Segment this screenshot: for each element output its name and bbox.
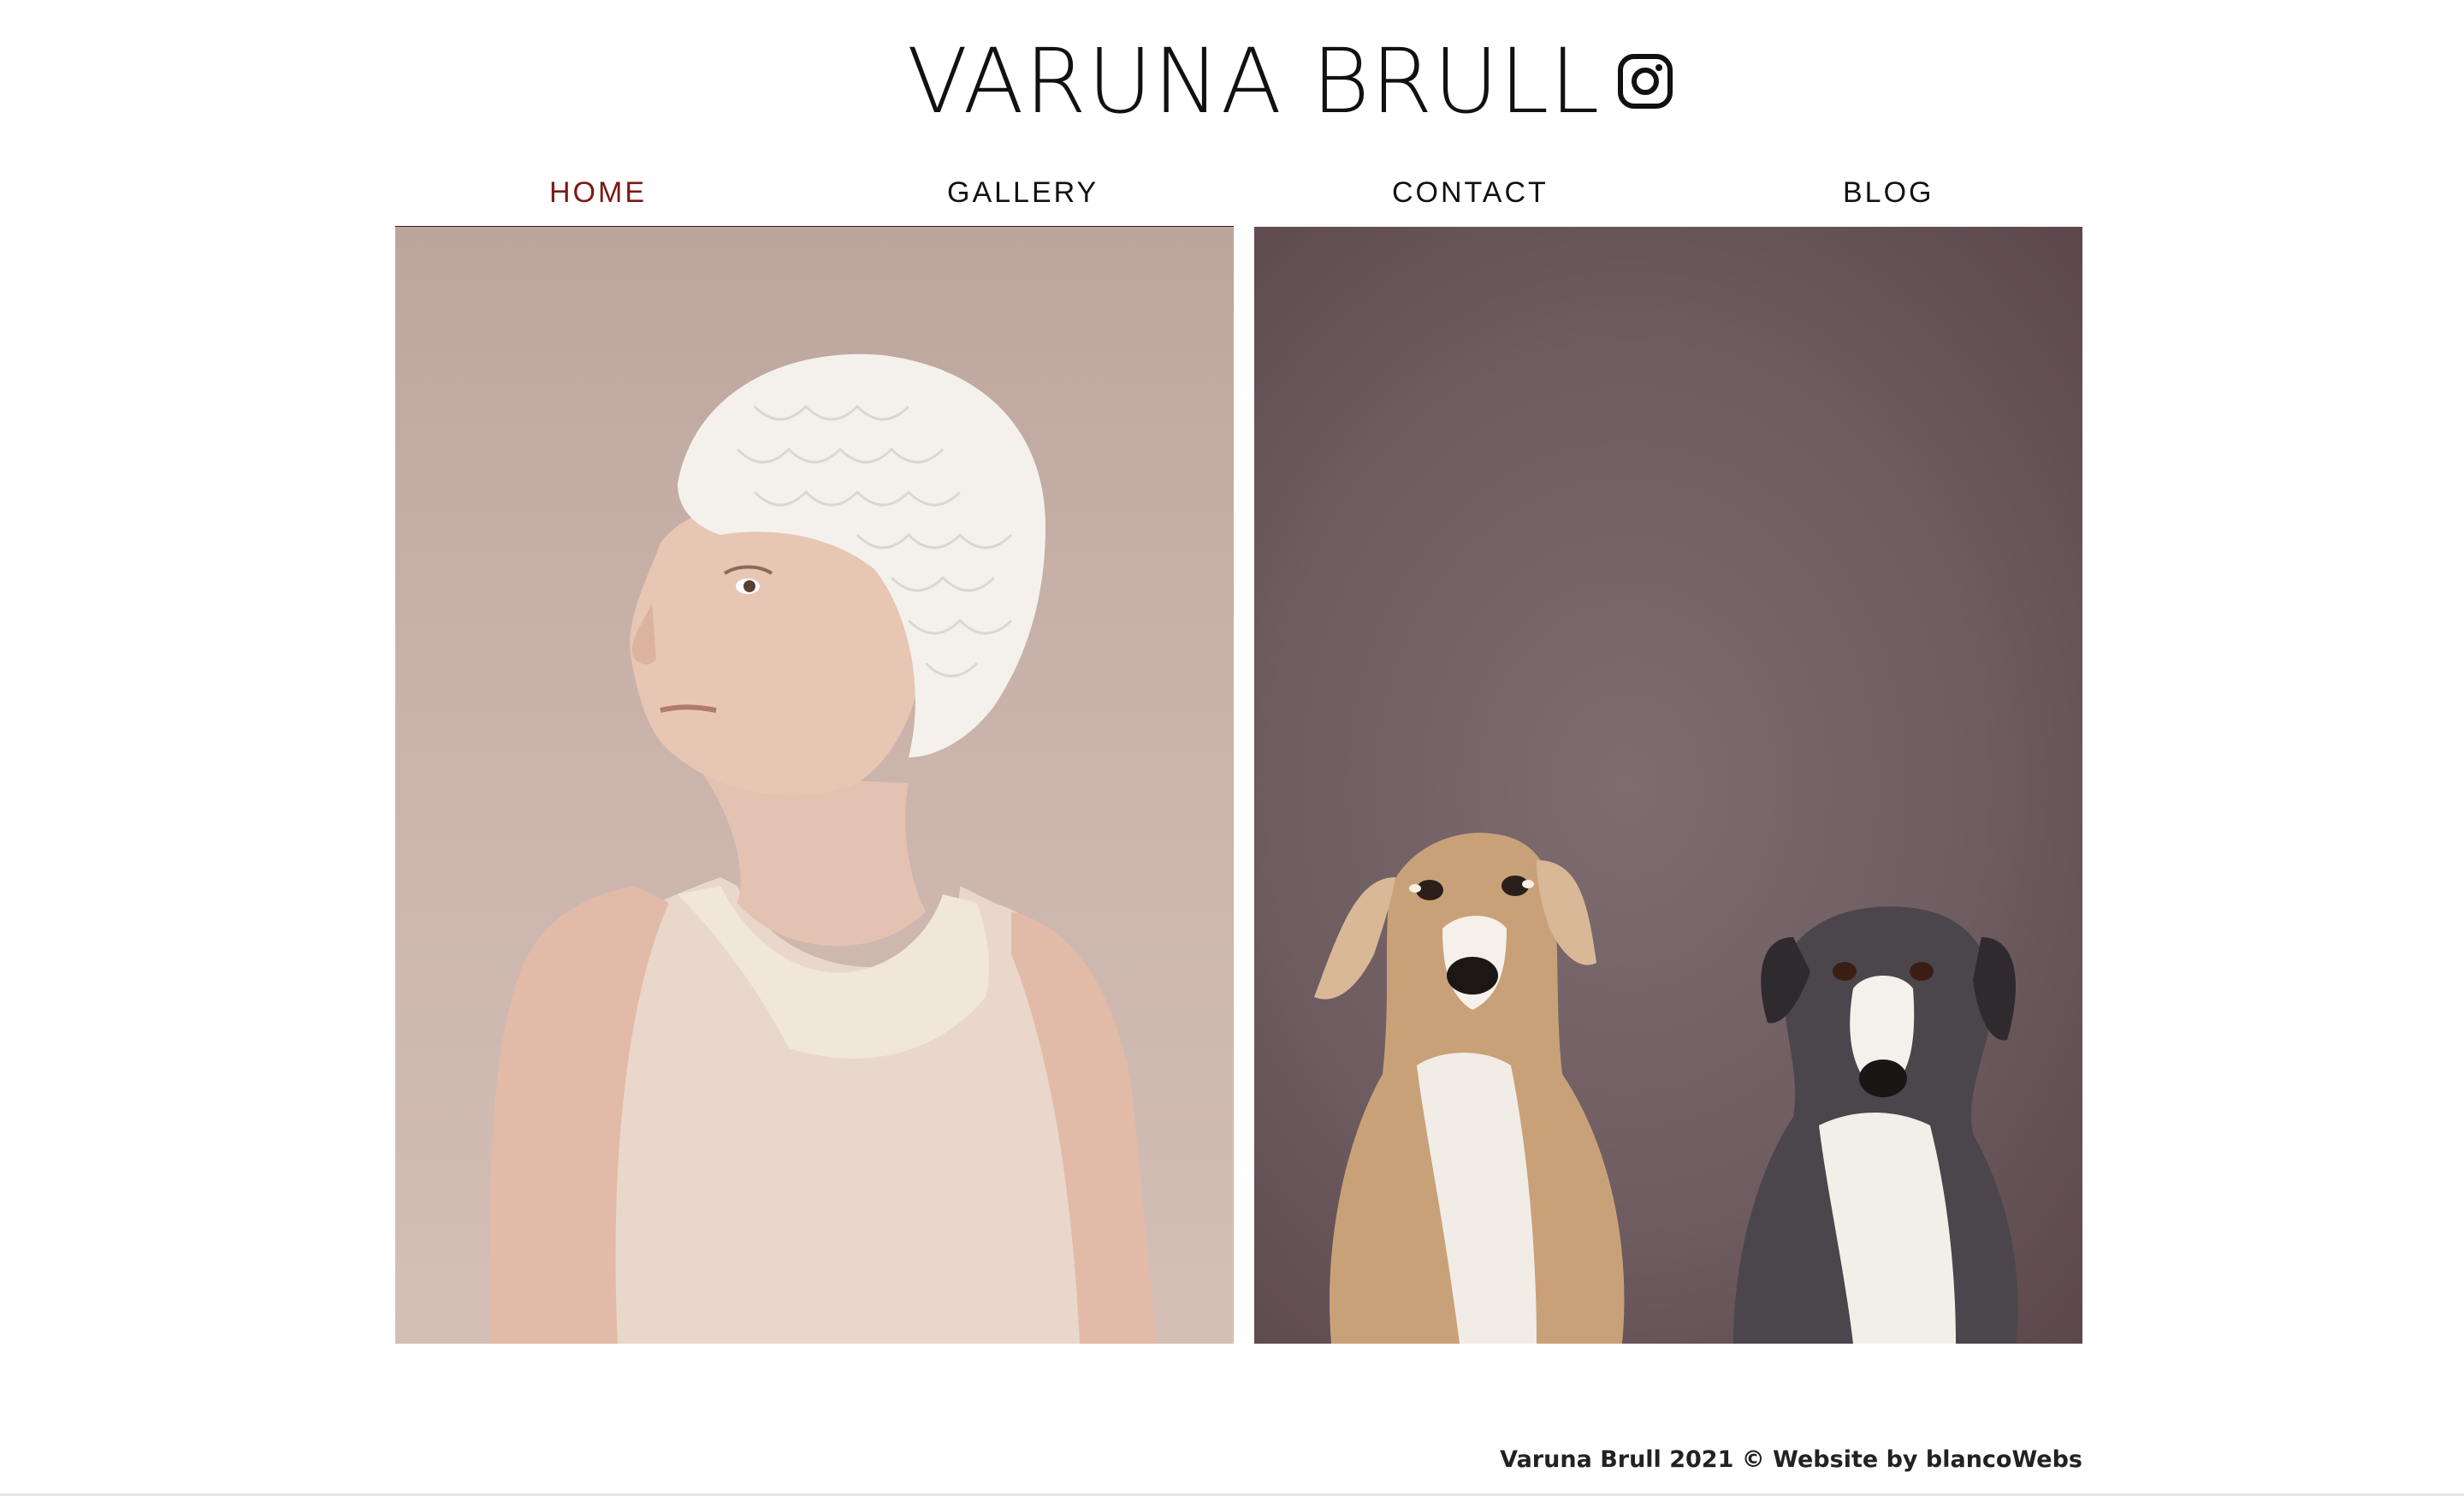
- site-title[interactable]: VARUNA BRULL: [907, 26, 1600, 137]
- nav-contact[interactable]: CONTACT: [1392, 171, 1549, 214]
- nav-home[interactable]: HOME: [549, 171, 647, 214]
- page: VARUNA BRULL HOME GALLERY CONTACT BLOG V…: [0, 0, 2464, 1496]
- gallery-image-dogs[interactable]: [1254, 227, 2082, 1344]
- main-nav: HOME GALLERY CONTACT BLOG: [395, 171, 2082, 214]
- instagram-icon[interactable]: [1617, 53, 1673, 110]
- nav-gallery[interactable]: GALLERY: [947, 171, 1099, 214]
- site-header: VARUNA BRULL: [0, 26, 2464, 137]
- nav-blog[interactable]: BLOG: [1843, 171, 1934, 214]
- footer-credit[interactable]: Varuna Brull 2021 © Website by blancoWeb…: [1500, 1446, 2082, 1473]
- gallery-image-portrait[interactable]: [395, 227, 1234, 1344]
